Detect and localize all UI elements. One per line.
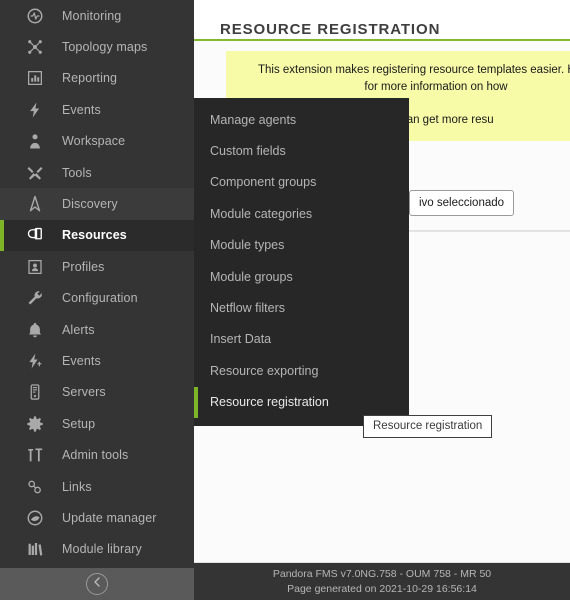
submenu-item-resource-registration[interactable]: Resource registration — [194, 386, 409, 418]
sidebar-item-label: Links — [62, 479, 92, 494]
tooltip: Resource registration — [363, 415, 493, 438]
sidebar-item-label: Reporting — [62, 71, 118, 86]
sidebar-item-label: Events — [62, 353, 101, 368]
submenu-item-label: Component groups — [210, 175, 317, 190]
topology-icon — [24, 36, 46, 58]
notice-line-2: for more information on how — [364, 81, 508, 93]
submenu-item-module-categories[interactable]: Module categories — [194, 198, 409, 229]
sidebar-item-discovery[interactable]: Discovery — [0, 188, 194, 220]
sidebar-item-label: Configuration — [62, 291, 138, 306]
tools-icon — [24, 162, 46, 184]
person-icon — [24, 130, 46, 152]
sidebar-item-resources[interactable]: Resources — [0, 219, 194, 252]
id-card-icon — [24, 256, 46, 278]
bolt-icon — [24, 99, 46, 121]
sidebar-item-events[interactable]: Events — [0, 94, 194, 125]
chart-box-icon — [24, 67, 46, 89]
sidebar-item-label: Admin tools — [62, 448, 129, 463]
submenu-item-component-groups[interactable]: Component groups — [194, 167, 409, 198]
sidebar-item-profiles[interactable]: Profiles — [0, 251, 194, 282]
link-icon — [24, 476, 46, 498]
sidebar-item-label: Servers — [62, 385, 106, 400]
page-title: RESOURCE REGISTRATION — [220, 21, 441, 39]
compass-icon — [24, 193, 46, 215]
sidebar-item-label: Update manager — [62, 510, 157, 525]
sidebar-item-module-library[interactable]: Module library — [0, 534, 194, 565]
sidebar-item-topology-maps[interactable]: Topology maps — [0, 31, 194, 62]
resources-submenu-flyout: Manage agents Custom fields Component grou… — [194, 98, 409, 426]
chevron-left-icon — [92, 575, 102, 593]
sidebar-item-workspace[interactable]: Workspace — [0, 126, 194, 157]
main-sidebar: Monitoring Topology maps Reporting Events Wo… — [0, 0, 194, 600]
library-icon — [24, 538, 46, 560]
sidebar-item-label: Workspace — [62, 134, 126, 149]
sidebar-item-label: Module library — [62, 542, 142, 557]
submenu-item-module-groups[interactable]: Module groups — [194, 261, 409, 292]
sidebar-item-label: Profiles — [62, 259, 105, 274]
pulse-icon — [24, 5, 46, 27]
submenu-item-netflow-filters[interactable]: Netflow filters — [194, 292, 409, 323]
submenu-item-label: Module types — [210, 238, 285, 253]
submenu-item-label: Resource registration — [210, 395, 329, 410]
submenu-item-label: Module groups — [210, 269, 293, 284]
submenu-item-label: Netflow filters — [210, 301, 286, 316]
submenu-item-manage-agents[interactable]: Manage agents — [194, 104, 409, 135]
sidebar-item-configuration[interactable]: Configuration — [0, 283, 194, 314]
notice-line-1: This extension makes registering resourc… — [257, 64, 570, 76]
page-header: RESOURCE REGISTRATION — [194, 0, 570, 41]
file-input[interactable]: ivo seleccionado — [409, 189, 515, 216]
sidebar-item-label: Setup — [62, 416, 96, 431]
submenu-item-module-types[interactable]: Module types — [194, 230, 409, 261]
sidebar-item-monitoring[interactable]: Monitoring — [0, 0, 194, 31]
sidebar-item-label: Monitoring — [62, 8, 122, 23]
sidebar-item-label: Alerts — [62, 322, 95, 337]
sidebar-item-servers[interactable]: Servers — [0, 377, 194, 408]
sidebar-item-label: Resources — [62, 228, 127, 243]
update-icon — [24, 507, 46, 529]
submenu-item-resource-exporting[interactable]: Resource exporting — [194, 355, 409, 386]
sidebar-collapse-button[interactable] — [86, 573, 108, 595]
sidebar-item-events[interactable]: Events — [0, 345, 194, 376]
sidebar-item-label: Discovery — [62, 197, 118, 212]
sidebar-item-label: Tools — [62, 165, 92, 180]
bolt-plus-icon — [24, 350, 46, 372]
footer-generated: Page generated on 2021-10-29 16:56:14 — [287, 582, 477, 595]
sidebar-nav-list: Monitoring Topology maps Reporting Events Wo… — [0, 0, 194, 565]
submenu-item-label: Manage agents — [210, 112, 297, 127]
sidebar-item-label: Topology maps — [62, 40, 148, 55]
submenu-item-label: Custom fields — [210, 144, 286, 159]
application-window: Monitoring Topology maps Reporting Events Wo… — [0, 0, 570, 600]
submenu-item-label: Insert Data — [210, 332, 272, 347]
sidebar-item-reporting[interactable]: Reporting — [0, 63, 194, 94]
resources-icon — [24, 224, 46, 246]
sidebar-item-admin-tools[interactable]: Admin tools — [0, 439, 194, 470]
footer-version: Pandora FMS v7.0NG.758 - OUM 758 - MR 50 — [272, 567, 492, 580]
sidebar-item-update-manager[interactable]: Update manager — [0, 502, 194, 533]
sidebar-item-alerts[interactable]: Alerts — [0, 314, 194, 345]
server-icon — [24, 381, 46, 403]
sidebar-item-setup[interactable]: Setup — [0, 408, 194, 439]
sidebar-item-label: Events — [62, 102, 101, 117]
bell-icon — [24, 319, 46, 341]
submenu-item-insert-data[interactable]: Insert Data — [194, 324, 409, 355]
sidebar-collapse-bar — [0, 568, 194, 600]
submenu-item-custom-fields[interactable]: Custom fields — [194, 135, 409, 166]
wrench-icon — [24, 287, 46, 309]
hammer-icon — [24, 444, 46, 466]
gear-icon — [24, 413, 46, 435]
sidebar-item-links[interactable]: Links — [0, 471, 194, 502]
page-footer: Pandora FMS v7.0NG.758 - OUM 758 - MR 50… — [194, 563, 570, 600]
submenu-item-label: Module categories — [210, 206, 313, 221]
submenu-item-label: Resource exporting — [210, 363, 319, 378]
sidebar-item-tools[interactable]: Tools — [0, 157, 194, 188]
